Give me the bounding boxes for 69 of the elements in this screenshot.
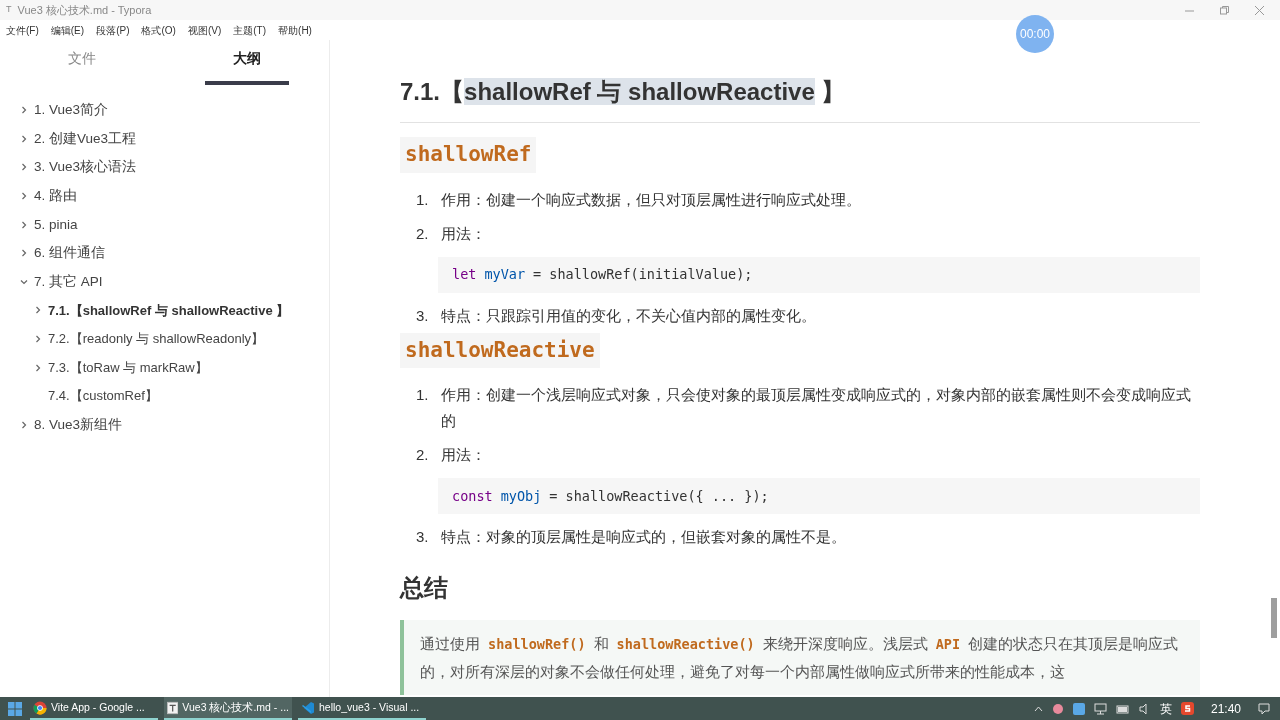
- outline-item[interactable]: 1. Vue3简介: [34, 100, 109, 121]
- expand-icon[interactable]: [20, 249, 28, 258]
- list-number: 3.: [416, 305, 429, 326]
- expand-icon[interactable]: [20, 420, 28, 429]
- restore-icon[interactable]: [1220, 5, 1229, 15]
- input-method-indicator[interactable]: 英: [1159, 699, 1172, 718]
- outline-item[interactable]: 7. 其它 API: [34, 271, 103, 292]
- menu-item[interactable]: 帮助(H): [278, 22, 312, 38]
- code-editor-icon: [301, 700, 315, 715]
- sidebar-tab[interactable]: 文件: [40, 40, 125, 85]
- list-number: 1.: [416, 189, 429, 210]
- clock-text[interactable]: 21:40: [1210, 699, 1241, 718]
- close-icon[interactable]: [1255, 5, 1264, 15]
- menu-item[interactable]: 主题(T): [233, 22, 267, 38]
- input-app-icon[interactable]: [1180, 702, 1194, 715]
- expand-icon[interactable]: [20, 134, 28, 143]
- expand-icon[interactable]: [20, 163, 28, 172]
- list-number: 2.: [416, 223, 429, 244]
- list-item-text: 作用：创建一个浅层响应式对象，只会使对象的最顶层属性变成响应式的，对象内部的嵌套属性则不会变成响应式的: [440, 385, 1192, 431]
- collapse-icon[interactable]: [20, 277, 28, 286]
- subsection-heading: shallowReactive: [400, 332, 600, 368]
- list-number: 2.: [416, 445, 429, 465]
- list-item-text: 用法：: [440, 445, 486, 465]
- expand-icon[interactable]: [20, 106, 28, 115]
- outline-item[interactable]: 4. 路由: [34, 185, 77, 207]
- code-block: let myVar = shallowRef(initialValue);: [438, 256, 1200, 293]
- taskbar-app[interactable]: Vite App - Google ...: [30, 697, 158, 720]
- list-item-text: 特点：只跟踪引用值的变化，不关心值内部的属性变化。: [440, 305, 816, 326]
- menu-item[interactable]: 编辑(E): [50, 22, 85, 38]
- scrollbar-thumb[interactable]: [1271, 598, 1277, 638]
- menu-item[interactable]: 格式(O): [141, 22, 176, 38]
- outline-item[interactable]: 3. Vue3核心语法: [34, 157, 137, 178]
- expand-icon[interactable]: [34, 306, 42, 315]
- expand-icon[interactable]: [34, 363, 42, 372]
- outline-item[interactable]: 8. Vue3新组件: [34, 414, 123, 435]
- outline-item[interactable]: 7.2.【readonly 与 shallowReadonly】: [48, 329, 265, 349]
- taskbar-app[interactable]: hello_vue3 - Visual ...: [298, 697, 426, 720]
- list-number: 1.: [416, 385, 429, 405]
- browser-icon: [33, 700, 47, 715]
- outline-item[interactable]: 7.3.【toRaw 与 markRaw】: [48, 357, 208, 378]
- outline-item[interactable]: 5. pinia: [34, 214, 78, 235]
- battery-icon[interactable]: [1115, 703, 1130, 714]
- outline-item[interactable]: 7.4.【customRef】: [48, 386, 158, 406]
- start-icon[interactable]: [8, 701, 22, 716]
- taskbar-app[interactable]: Vue3 核心技术.md - ...: [164, 697, 292, 720]
- outline-item[interactable]: 7.1.【shallowRef 与 shallowReactive 】: [48, 300, 290, 321]
- menu-item[interactable]: 段落(P): [96, 22, 130, 38]
- chevron-up-icon[interactable]: [1033, 705, 1043, 712]
- list-item-text: 用法：: [440, 223, 486, 244]
- outline-item[interactable]: 2. 创建Vue3工程: [34, 128, 137, 149]
- subsection-heading: shallowRef: [400, 137, 537, 173]
- app-icon: T: [6, 3, 12, 17]
- list-item-text: 特点：对象的顶层属性是响应式的，但嵌套对象的属性不是。: [440, 527, 846, 547]
- outline-item[interactable]: 6. 组件通信: [34, 243, 105, 264]
- menu-item[interactable]: 文件(F): [6, 22, 39, 38]
- section-heading: 总结: [400, 573, 449, 603]
- expand-icon[interactable]: [34, 335, 42, 344]
- summary-quote: 通过使用 shallowRef() 和 shallowReactive() 来绕开深度响应。浅层式 API 创建的状态只在其顶层是响应式的，对所有深层的对象不会做任何处理，避免了对每一个内部属性做响应式所带来的性能成本，这: [400, 620, 1200, 695]
- window-title: Vue3 核心技术.md - Typora: [17, 2, 152, 18]
- network-icon[interactable]: [1093, 702, 1107, 715]
- notification-icon[interactable]: [1258, 702, 1270, 715]
- sidebar-tab[interactable]: 大纲: [204, 40, 289, 85]
- document-icon: [167, 700, 179, 715]
- code-block: const myObj = shallowReactive({ ... });: [438, 478, 1200, 514]
- list-number: 3.: [416, 527, 429, 547]
- expand-icon[interactable]: [20, 192, 28, 201]
- menu-item[interactable]: 视图(V): [187, 22, 222, 38]
- expand-icon[interactable]: [20, 220, 28, 229]
- list-item-text: 作用：创建一个响应式数据，但只对顶层属性进行响应式处理。: [440, 189, 861, 210]
